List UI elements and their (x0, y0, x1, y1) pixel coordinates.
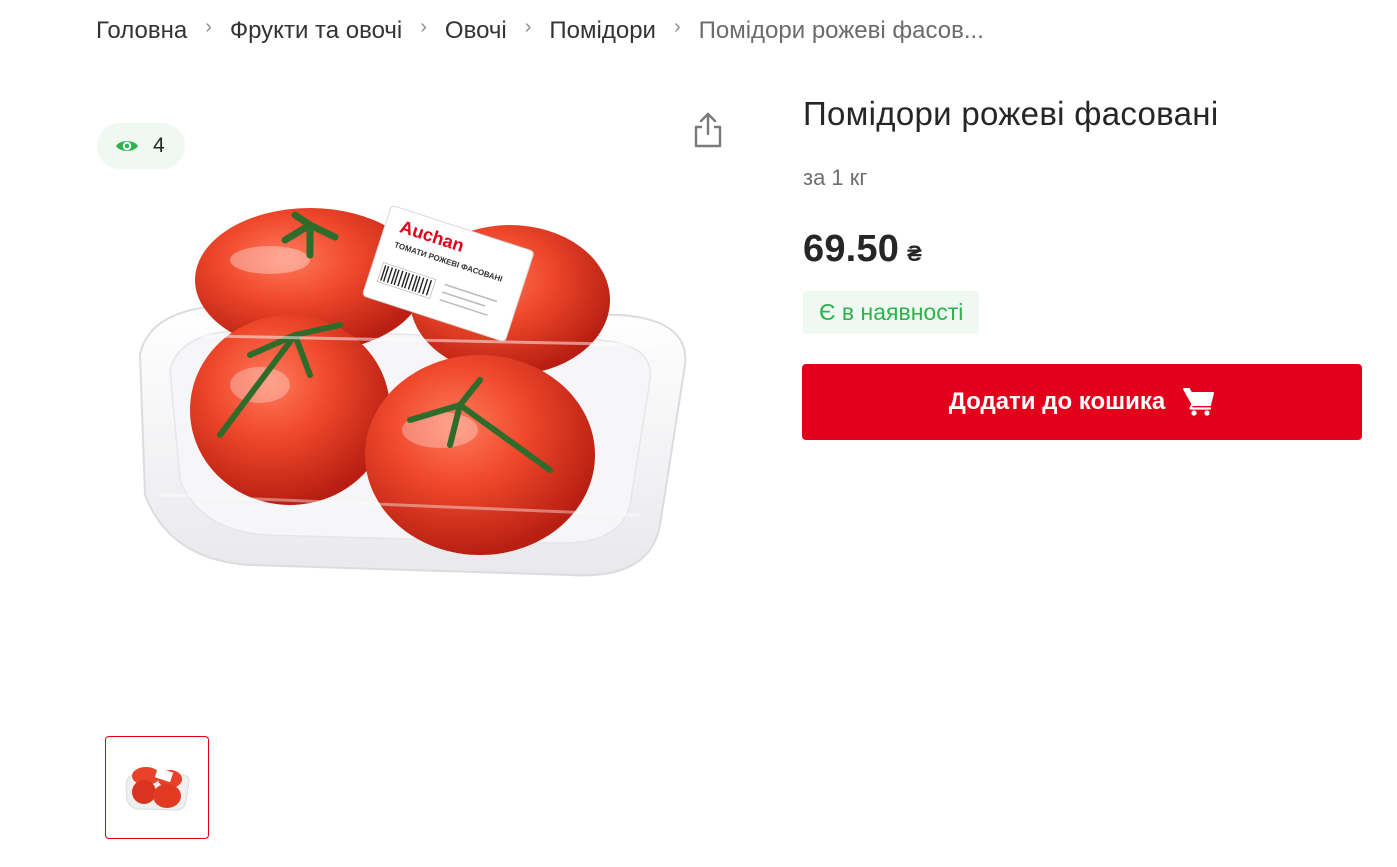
product-page: Головна › Фрукти та овочі › Овочі › Помі… (0, 0, 1397, 867)
price-currency: ₴ (907, 241, 922, 266)
add-to-cart-button[interactable]: Додати до кошика (802, 364, 1362, 440)
chevron-right-icon: › (524, 16, 532, 38)
breadcrumb-item-vegetables[interactable]: Овочі (445, 14, 507, 48)
breadcrumb-item-home[interactable]: Головна (96, 14, 187, 48)
eye-icon (115, 138, 139, 154)
share-icon (690, 112, 726, 154)
price-value: 69.50 (803, 228, 900, 270)
chevron-right-icon: › (420, 16, 427, 38)
chevron-right-icon: › (205, 16, 212, 38)
add-to-cart-label: Додати до кошика (948, 388, 1166, 415)
breadcrumb-item-tomatoes[interactable]: Помідори (549, 14, 656, 48)
stock-status-badge: Є в наявності (803, 291, 980, 334)
cart-icon (1183, 386, 1215, 419)
views-badge: 4 (97, 123, 185, 169)
breadcrumb-item-fruits-vegetables[interactable]: Фрукти та овочі (230, 14, 402, 48)
product-title: Помідори рожеві фасовані (803, 95, 1219, 132)
breadcrumb-item-current: Помідори рожеві фасов... (698, 17, 984, 44)
product-thumbnail[interactable] (105, 736, 209, 839)
views-count: 4 (153, 134, 165, 157)
chevron-right-icon: › (673, 16, 681, 38)
thumbnail-image (125, 766, 190, 811)
share-button[interactable] (690, 110, 726, 150)
product-unit: за 1 кг (803, 165, 868, 190)
breadcrumb: Головна › Фрукти та овочі › Овочі › Помі… (96, 14, 984, 48)
product-price: 69.50 ₴ (803, 228, 922, 271)
product-main-image: Auchan ТОМАТИ РОЖЕВІ ФАСОВАНІ (100, 195, 700, 595)
